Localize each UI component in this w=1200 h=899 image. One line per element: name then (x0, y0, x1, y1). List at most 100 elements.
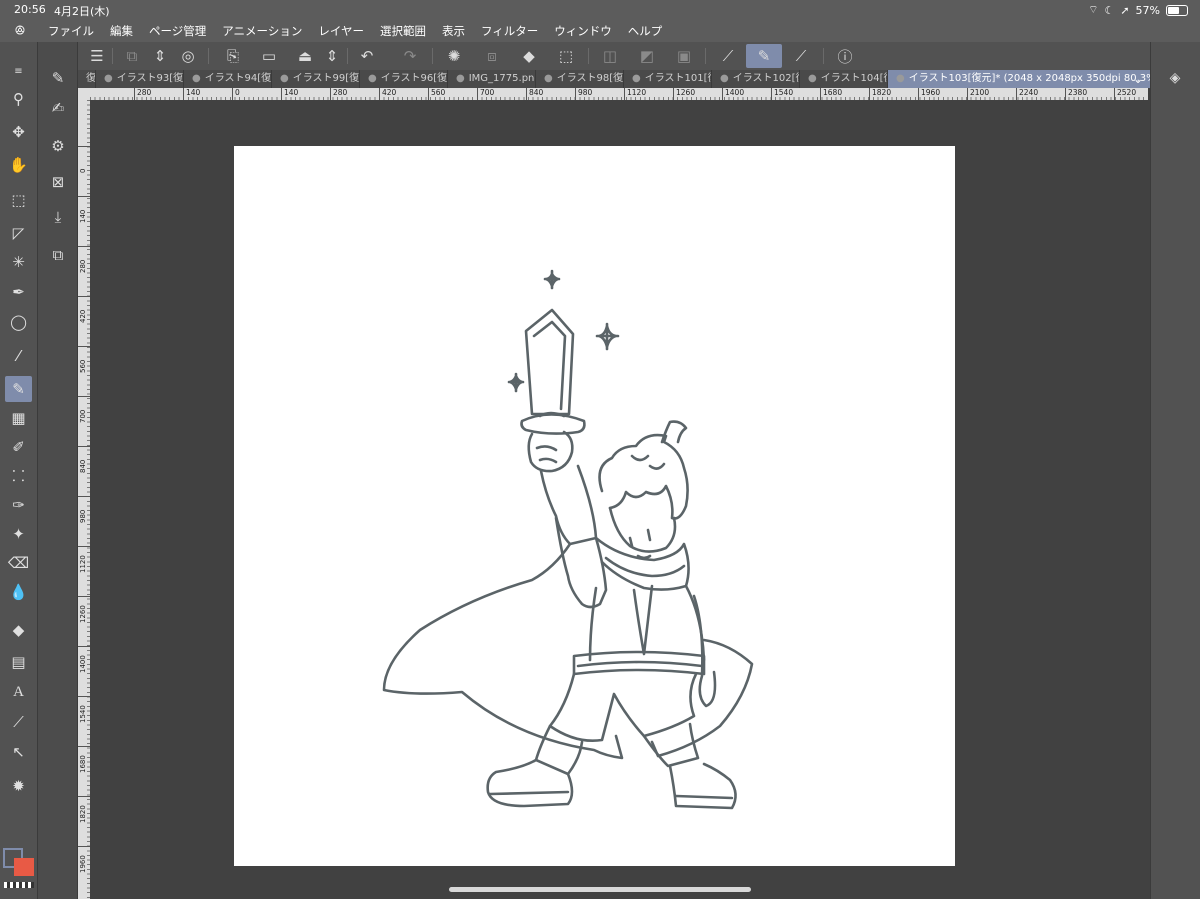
fill-tool-icon[interactable]: ◆ (5, 617, 32, 643)
pen-nib-icon[interactable]: ✒ (5, 279, 32, 305)
pencil-icon[interactable]: ✐ (5, 434, 32, 460)
download-icon[interactable]: ⤓ (44, 203, 72, 231)
pen-icon[interactable]: ⟋ (787, 44, 815, 68)
layers-settings-icon[interactable]: ⧉ (44, 241, 72, 269)
hand-icon[interactable]: ✋ (5, 152, 32, 178)
layers-icon[interactable]: ◈ (1165, 70, 1185, 90)
left-boot (486, 758, 574, 808)
document-tab[interactable]: ● イラスト103[復元]* (2048 x 2048px 350dpi 80.3… (888, 70, 1150, 88)
text-icon[interactable]: A (5, 679, 32, 705)
tab-dot-icon: ● (808, 73, 817, 84)
eraser-icon[interactable]: ⌫ (5, 550, 32, 576)
arrows-icon[interactable]: ⇕ (146, 44, 174, 68)
menu-animation[interactable]: アニメーション (214, 23, 310, 39)
ruler-tick: 1120 (78, 546, 90, 573)
pen-tool-icon[interactable]: ✎ (5, 376, 32, 402)
transparent-color-swatch[interactable] (4, 882, 34, 888)
tab-dot-icon: ● (632, 73, 641, 84)
ruler-tick: 1680 (78, 746, 90, 773)
menu-file[interactable]: ファイル (40, 23, 102, 39)
gradient-icon[interactable]: ▦ (5, 405, 32, 431)
pen-ruler-icon[interactable]: ⟋ (714, 44, 742, 68)
line-icon[interactable]: ⟋ (5, 709, 32, 735)
magic-wand-icon[interactable]: ✳ (5, 249, 32, 275)
drawing-canvas[interactable] (234, 146, 955, 866)
sub-color-swatch[interactable] (14, 858, 34, 876)
ruler-tick-label: 1120 (79, 555, 87, 573)
chevron-down-icon[interactable]: ⌄ (1128, 70, 1148, 88)
new-icon[interactable]: ⎘ (219, 44, 247, 68)
blend-icon[interactable]: 💧 (5, 579, 32, 605)
menu-page[interactable]: ページ管理 (141, 23, 214, 39)
tool-settings-icon[interactable]: ⚙ (44, 132, 72, 160)
menu-edit[interactable]: 編集 (102, 23, 141, 39)
clip-studio-logo-icon[interactable]: ꔮ (0, 23, 40, 39)
eyedropper-icon[interactable]: ⁄ (5, 343, 32, 369)
menu-window[interactable]: ウィンドウ (546, 23, 620, 39)
mask-icon[interactable]: ◩ (633, 44, 661, 68)
redo-icon[interactable]: ↷ (396, 44, 424, 68)
hair (598, 433, 689, 520)
ruler-tick-label: 840 (526, 88, 543, 100)
ruler-tick-label: 1820 (869, 88, 891, 100)
document-tab[interactable]: ●イラスト104[復元 (800, 70, 888, 88)
palette-menu-icon[interactable]: ≡ (5, 64, 32, 78)
document-tab[interactable]: ●イラスト94[復元] (184, 70, 272, 88)
document-tab[interactable]: 復元 (78, 70, 96, 88)
zoom-icon[interactable]: ⚲ (5, 86, 32, 112)
delete-icon[interactable]: ⊠ (44, 168, 72, 196)
document-tab[interactable]: ●イラスト99[復元] (272, 70, 360, 88)
status-date: 4月2日(木) (54, 5, 110, 18)
fill-icon[interactable]: ◆ (515, 44, 543, 68)
loading-icon[interactable]: ✺ (440, 44, 468, 68)
hide-canvas-icon[interactable]: ⧉ (118, 44, 146, 68)
save-icon[interactable]: ⏏ (291, 44, 319, 68)
document-tab[interactable]: ●イラスト102[復元 (712, 70, 800, 88)
operation-icon[interactable]: ↖ (5, 739, 32, 765)
ruler-tick: 1400 (78, 646, 90, 673)
airbrush-icon[interactable]: ⸬ (5, 463, 32, 489)
menu-icon[interactable]: ☰ (83, 44, 111, 68)
arrows-icon-2[interactable]: ⇕ (318, 44, 346, 68)
document-tab[interactable]: ●IMG_1775.png[復 (448, 70, 536, 88)
help-icon[interactable]: ⓘ (831, 44, 859, 68)
tab-dot-icon: ● (280, 73, 289, 84)
brush-tool-icon[interactable]: ✑ (5, 492, 32, 518)
object-select-icon[interactable]: ⬚ (5, 187, 32, 213)
document-tab[interactable]: ●イラスト93[復元] (96, 70, 184, 88)
decoration-icon[interactable]: ✦ (5, 521, 32, 547)
frame-icon[interactable]: ▣ (670, 44, 698, 68)
document-tab[interactable]: ●イラスト98[復元] (536, 70, 624, 88)
document-tab[interactable]: ●イラスト101[復元 (624, 70, 712, 88)
frame-border-icon[interactable]: ▤ (5, 649, 32, 675)
ruler-tick: 0 (78, 146, 90, 173)
transform-icon[interactable]: ⧈ (478, 44, 506, 68)
menu-filter[interactable]: フィルター (473, 23, 546, 39)
home-indicator[interactable] (449, 887, 751, 892)
menu-help[interactable]: ヘルプ (620, 23, 671, 39)
lasso-icon[interactable]: ◯ (5, 309, 32, 335)
selection-tool-icon[interactable]: ◸ (5, 220, 32, 246)
brush-icon[interactable]: ✎ (746, 44, 782, 68)
ruler-tick-label: 1400 (79, 655, 87, 673)
ruler-tick-label: 560 (428, 88, 445, 100)
star-burst-icon[interactable]: ✹ (5, 773, 32, 799)
undo-icon[interactable]: ↶ (353, 44, 381, 68)
menu-view[interactable]: 表示 (434, 23, 473, 39)
ruler-tick: 280 (78, 246, 90, 273)
spiral-icon[interactable]: ◎ (174, 44, 202, 68)
crop-icon[interactable]: ◫ (596, 44, 624, 68)
ruler-tick-label: 140 (79, 209, 87, 223)
selection-icon[interactable]: ⬚ (552, 44, 580, 68)
menu-layer[interactable]: レイヤー (310, 23, 372, 39)
document-tab[interactable]: ●イラスト96[復元] (360, 70, 448, 88)
status-bar: 20:56 4月2日(木) ⌔ ☾ ➚ 57% (0, 0, 1200, 20)
tab-label: IMG_1775.png[復 (468, 73, 535, 84)
move-icon[interactable]: ✥ (5, 119, 32, 145)
ruler-tick: 700 (78, 396, 90, 423)
open-icon[interactable]: ▭ (255, 44, 283, 68)
menu-selection[interactable]: 選択範囲 (372, 23, 434, 39)
tab-label: イラスト99[復元] (292, 73, 360, 84)
pen-settings-icon[interactable]: ✎ (44, 64, 72, 92)
pen-pressure-icon[interactable]: ✍ (44, 94, 72, 122)
